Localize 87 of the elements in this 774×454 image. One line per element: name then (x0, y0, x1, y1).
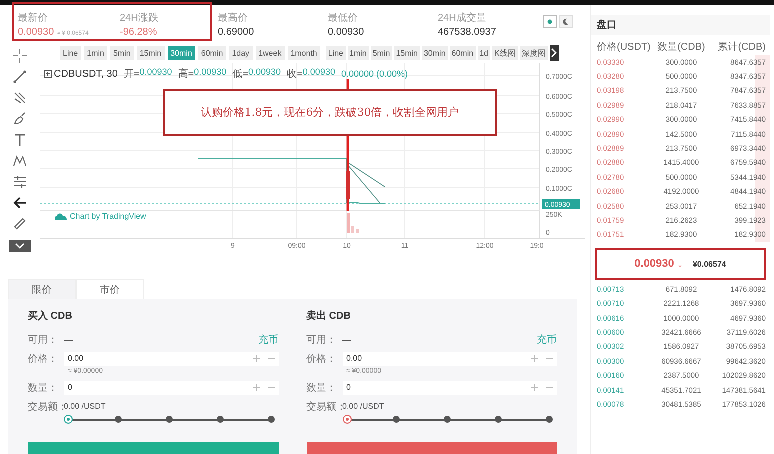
interval-tab[interactable]: 1month (288, 46, 320, 60)
back-arrow-icon[interactable] (13, 196, 27, 210)
field-label: 可用： (28, 334, 59, 346)
stat-label: 24H成交量 (438, 13, 488, 24)
interval-tab[interactable]: 深度图 (520, 46, 548, 60)
form-title: 买入 CDB (28, 310, 74, 323)
measure-tool-icon[interactable] (13, 175, 27, 189)
stat-value: 0.00930 (18, 27, 54, 38)
line-tool-icon[interactable] (13, 70, 27, 84)
ohlc-label: 收= (287, 68, 303, 81)
collapse-button[interactable] (9, 240, 31, 252)
field-label: 交易额： (306, 400, 342, 414)
fork-tool-icon[interactable] (13, 91, 27, 105)
symbol-label[interactable]: CDBUSDT, 30 (44, 68, 118, 80)
stat-value: 0.69000 (218, 27, 254, 38)
chevron-right-icon[interactable] (551, 48, 558, 58)
last-price: 0.00930 ↓ (634, 258, 683, 270)
interval-tab[interactable]: 1week (256, 46, 285, 60)
column-header: 数量(CDB) (656, 41, 706, 54)
crosshair-icon[interactable] (13, 49, 27, 63)
interval-tab[interactable]: 1min (348, 46, 369, 60)
field-label: 数量： (306, 382, 338, 394)
ohlc-value: 0.00930 (140, 67, 172, 79)
interval-tab[interactable]: 1d (478, 46, 490, 60)
column-header: 价格(USDT) (597, 40, 652, 54)
last-price-cny: ¥0.06574 (692, 260, 726, 269)
cloud-icon (54, 212, 68, 221)
field-label: 价格： (28, 352, 59, 366)
dot-icon[interactable] (546, 18, 554, 26)
annotation-note: 认购价格1.8元，现在6分，跌破30倍，收割全网用户 (163, 89, 497, 136)
pattern-tool-icon[interactable] (13, 154, 27, 168)
interval-tab[interactable]: K线图 (492, 46, 518, 60)
change-value: 0.00000 (0.00%) (341, 69, 408, 79)
moon-icon[interactable] (562, 18, 570, 26)
interval-tab[interactable]: 1day (229, 46, 253, 60)
stat-value: 0.00930 (328, 27, 364, 38)
text-tool-icon[interactable] (13, 133, 27, 147)
slider-thumb[interactable] (64, 415, 73, 424)
available-value: — (342, 334, 352, 344)
field-label: 数量： (28, 382, 59, 394)
theme-button[interactable] (559, 15, 573, 28)
plus-square-icon[interactable] (44, 70, 52, 78)
ohlc-label: 开= (124, 68, 140, 81)
volume-bars (347, 213, 359, 233)
panel-title: 盘口 (591, 15, 770, 35)
total-value: 0.00 /USDT (64, 402, 106, 411)
ohlc-value: 0.00930 (302, 67, 336, 79)
interval-tab[interactable]: Line (326, 46, 346, 60)
stat-label: 最高价 (218, 13, 249, 24)
slider-track[interactable] (342, 415, 553, 424)
order-type-tab[interactable]: 市价 (76, 279, 144, 299)
field-label: 价格： (306, 352, 338, 366)
total-value: 0.00 /USDT (342, 402, 384, 411)
trend-lines (346, 162, 386, 204)
interval-tab[interactable]: 60min (198, 46, 226, 60)
theme-button[interactable] (543, 15, 557, 28)
stat-label: 24H涨跌 (120, 13, 160, 24)
interval-tab[interactable]: 15min (394, 46, 420, 60)
stat-value: 467538.0937 (438, 27, 496, 38)
slider-track[interactable] (64, 415, 274, 424)
ohlc-label: 低= (232, 69, 249, 81)
ruler-icon[interactable] (13, 217, 27, 231)
interval-tab[interactable]: 1min (84, 46, 108, 60)
brush-icon[interactable] (13, 112, 27, 126)
form-title: 卖出 CDB (306, 310, 352, 323)
interval-tab[interactable]: 30min (422, 46, 448, 60)
field-label: 可用： (306, 334, 338, 346)
interval-tab[interactable]: 60min (450, 46, 476, 60)
slider-thumb[interactable] (342, 415, 352, 424)
field-label: 交易额： (28, 400, 64, 414)
interval-tab[interactable]: 15min (136, 46, 165, 60)
stat-label: 最低价 (328, 13, 359, 24)
price-tag (542, 199, 580, 209)
interval-tab[interactable]: 5min (110, 46, 134, 60)
interval-tab[interactable]: Line (60, 46, 82, 60)
next-button[interactable] (550, 45, 559, 61)
ohlc-label: 高= (178, 68, 194, 81)
stat-value: -96.28% (120, 27, 158, 38)
stat-label: 最新价 (18, 13, 49, 24)
column-header: 累计(CDB) (717, 40, 766, 54)
ohlc-value: 0.00930 (194, 67, 227, 79)
interval-tab[interactable]: 5min (370, 46, 392, 60)
chevron-down-icon[interactable] (15, 243, 25, 249)
ohlc-value: 0.00930 (248, 67, 282, 79)
order-type-tab[interactable]: 限价 (8, 279, 76, 299)
available-value: — (64, 334, 74, 344)
candle (346, 171, 350, 199)
